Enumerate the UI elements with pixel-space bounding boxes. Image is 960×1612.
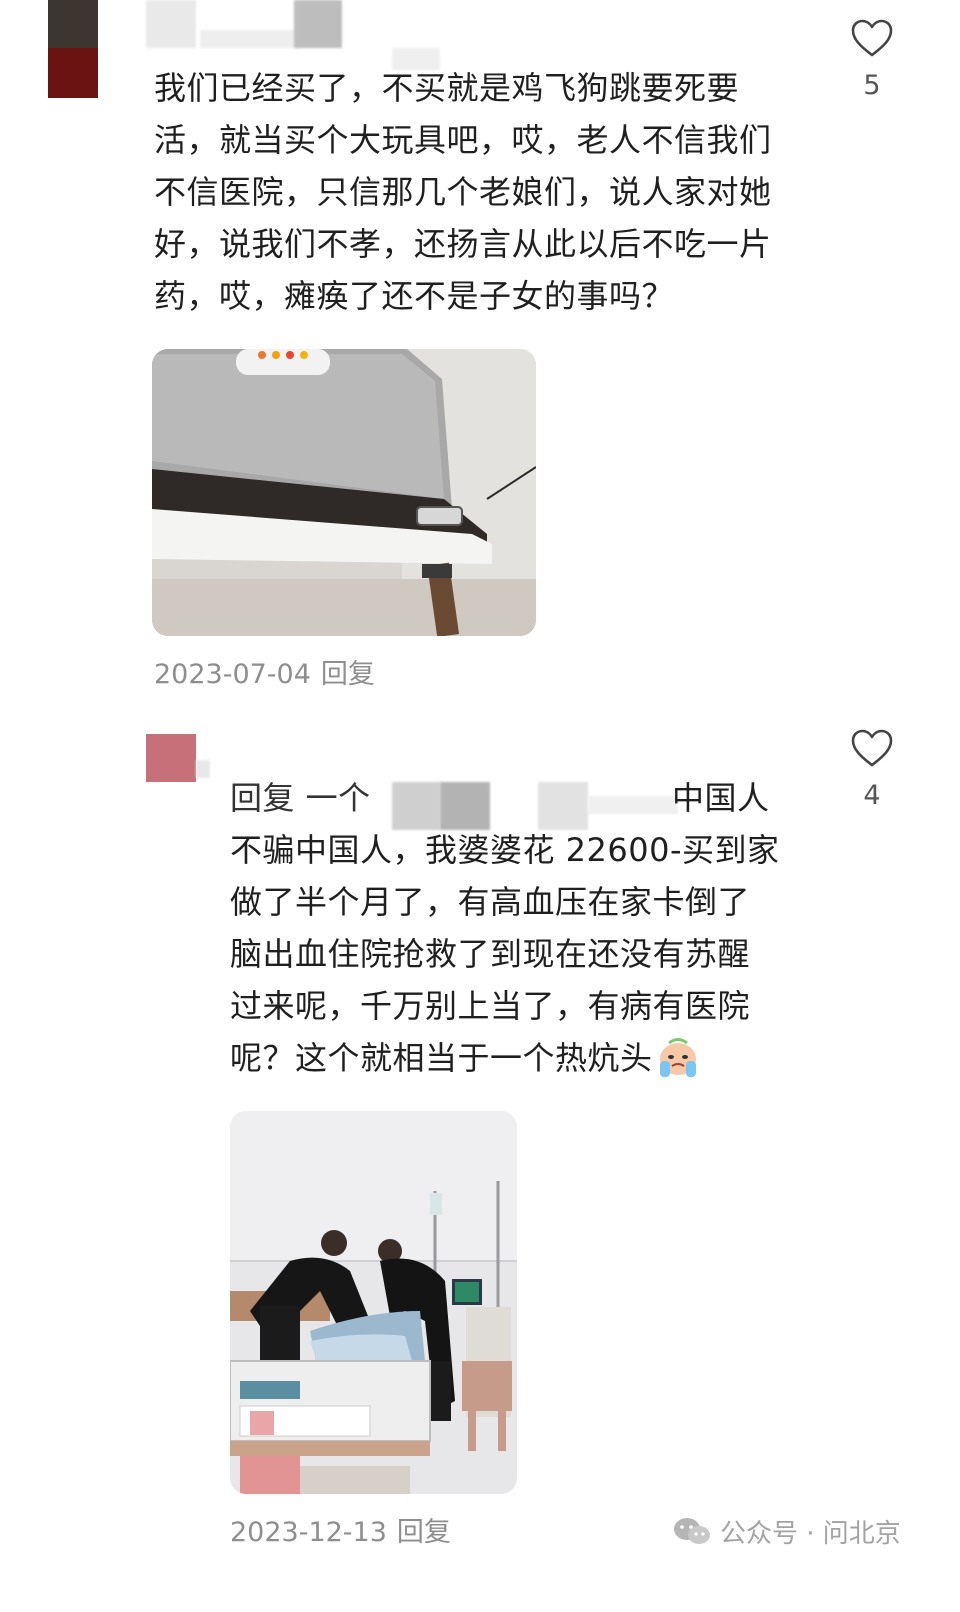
comment-line: 中国人 bbox=[672, 779, 770, 817]
comment-line: 我们已经买了，不买就是鸡飞狗跳要死要 bbox=[154, 69, 740, 107]
comment-photo[interactable] bbox=[152, 349, 536, 636]
username-redacted bbox=[196, 760, 210, 778]
comment-meta: 2023-07-04 回复 bbox=[154, 652, 375, 691]
avatar[interactable] bbox=[146, 734, 196, 782]
comment-line: 药，哎，瘫痪了还不是子女的事吗？ bbox=[154, 277, 675, 315]
heart-outline-icon[interactable] bbox=[850, 18, 894, 58]
comment-text: 不骗中国人，我婆婆花 22600-买到家 做了半个月了，有高血压在家卡倒了 脑出… bbox=[230, 824, 780, 1084]
comment-line: 好，说我们不孝，还扬言从此以后不吃一片 bbox=[154, 225, 772, 263]
comment-date: 2023-12-13 bbox=[230, 1517, 387, 1548]
watermark: 公众号 · 问北京 bbox=[672, 1513, 901, 1550]
reply-button[interactable]: 回复 bbox=[397, 1517, 451, 1548]
comment-line: 呢？这个就相当于一个热炕头 bbox=[230, 1032, 780, 1084]
comment-meta: 2023-12-13 回复 bbox=[230, 1510, 451, 1549]
comment-line: 脑出血住院抢救了到现在还没有苏醒 bbox=[230, 935, 751, 973]
massage-bed-image bbox=[152, 349, 536, 636]
username-redacted bbox=[440, 782, 490, 830]
comment-line: 活，就当买个大玩具吧，哎，老人不信我们 bbox=[154, 121, 772, 159]
like-count: 4 bbox=[863, 780, 881, 811]
wechat-icon bbox=[674, 1517, 710, 1544]
comment-line-text: 呢？这个就相当于一个热炕头 bbox=[230, 1039, 653, 1077]
comment-line: 不信医院，只信那几个老娘们，说人家对她 bbox=[154, 173, 772, 211]
avatar[interactable] bbox=[48, 0, 98, 98]
watermark-text: 公众号 · 问北京 bbox=[720, 1519, 901, 1549]
comment-line: 不骗中国人，我婆婆花 22600-买到家 bbox=[230, 831, 780, 869]
like-count: 5 bbox=[863, 70, 881, 101]
comment-photo[interactable] bbox=[230, 1111, 517, 1494]
username-redacted bbox=[588, 796, 678, 814]
username-redacted bbox=[538, 782, 588, 830]
reply-prefix-text: 回复 一个 bbox=[230, 779, 371, 817]
username-redacted bbox=[392, 782, 440, 830]
reply-button[interactable]: 回复 bbox=[321, 659, 375, 690]
username-redacted bbox=[294, 0, 342, 48]
hospital-room-image bbox=[230, 1111, 517, 1494]
heart-outline-icon[interactable] bbox=[850, 728, 894, 768]
comment-text: 我们已经买了，不买就是鸡飞狗跳要死要 活，就当买个大玩具吧，哎，老人不信我们 不… bbox=[154, 62, 772, 322]
comment-date: 2023-07-04 bbox=[154, 659, 311, 690]
username-redacted bbox=[200, 30, 300, 48]
crying-face-emoji-icon bbox=[659, 1038, 696, 1077]
username-redacted[interactable] bbox=[146, 0, 196, 48]
reply-prefix: 回复 一个 bbox=[230, 772, 371, 824]
comment-line: 过来呢，千万别上当了，有病有医院 bbox=[230, 987, 751, 1025]
comment-line: 做了半个月了，有高血压在家卡倒了 bbox=[230, 883, 751, 921]
